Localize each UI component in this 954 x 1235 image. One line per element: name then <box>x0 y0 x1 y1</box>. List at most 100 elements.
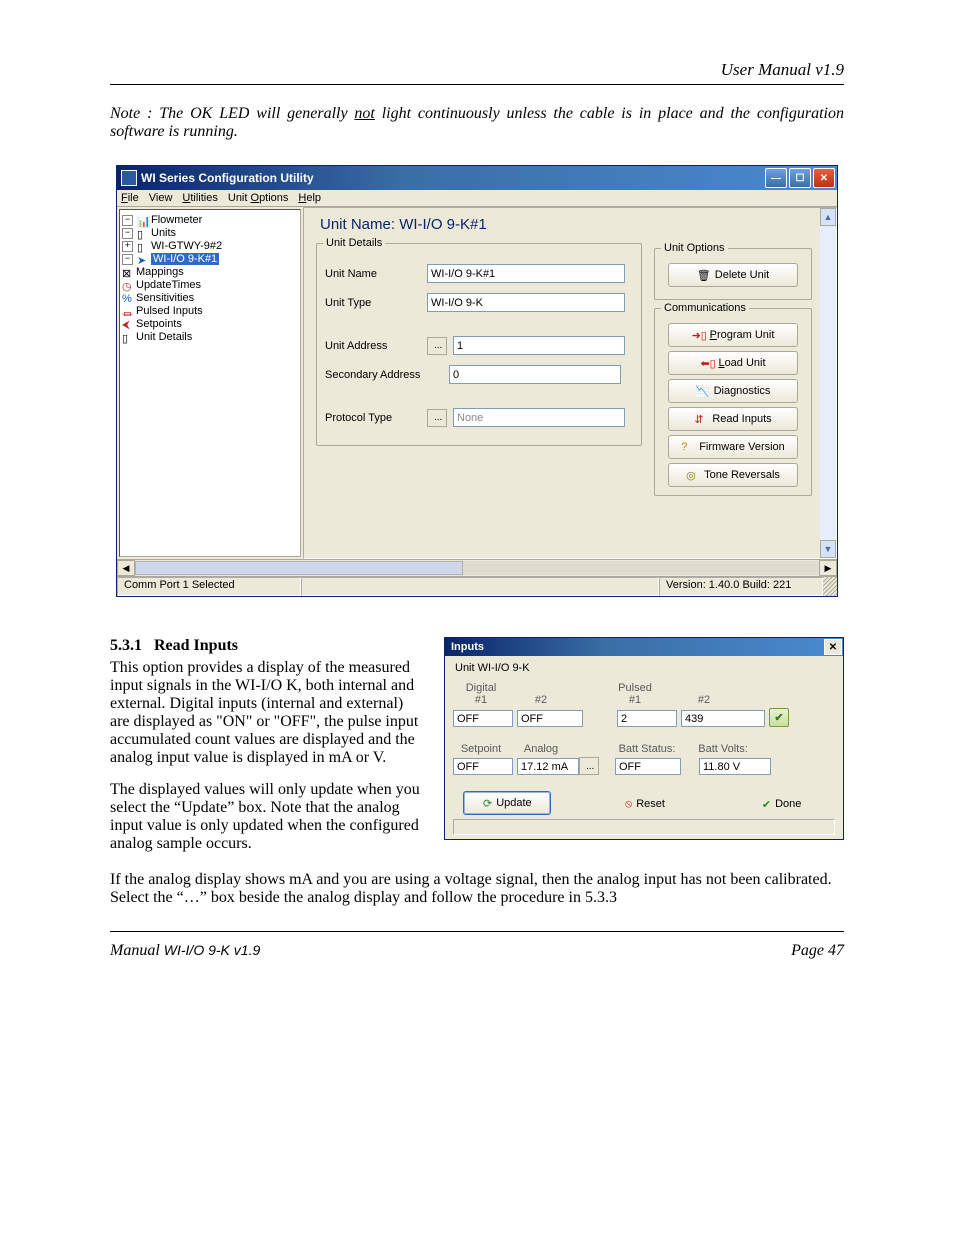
minimize-button[interactable]: — <box>765 168 787 188</box>
pulsed-2-field[interactable] <box>681 710 765 727</box>
vertical-scrollbar[interactable]: ▲ ▼ <box>820 208 836 558</box>
scroll-down-icon[interactable]: ▼ <box>820 540 836 558</box>
inputs-dialog: Inputs ✕ Unit WI-I/O 9-K Digital#1 #2 Pu… <box>444 637 844 840</box>
diagnostics-button[interactable]: 📉Diagnostics <box>668 379 798 403</box>
protocol-type-label: Protocol Type <box>325 412 421 424</box>
unit-type-field[interactable] <box>427 293 625 312</box>
analog-field[interactable] <box>517 758 579 775</box>
unit-name-label: Unit Name <box>325 268 421 280</box>
tree-updatetimes[interactable]: UpdateTimes <box>136 279 201 291</box>
reset-button[interactable]: ⦸Reset <box>602 793 688 815</box>
details-icon: ▯ <box>122 332 134 342</box>
resize-grip[interactable] <box>823 577 837 596</box>
footer-page: Page 47 <box>791 942 844 960</box>
config-utility-window: WI Series Configuration Utility — ☐ ✕ FF… <box>116 165 838 597</box>
check-icon: ✔ <box>762 798 771 811</box>
tree-selected-unit[interactable]: WI-I/O 9-K#1 <box>151 253 219 265</box>
close-button[interactable]: ✕ <box>813 168 835 188</box>
inputs-titlebar[interactable]: Inputs ✕ <box>445 638 843 656</box>
delete-unit-button[interactable]: 🗑Delete Unit <box>668 263 798 287</box>
maximize-button[interactable]: ☐ <box>789 168 811 188</box>
batt-volts-field[interactable] <box>699 758 771 775</box>
scroll-right-icon[interactable]: ▶ <box>819 560 837 576</box>
unit-details-legend: Unit Details <box>323 237 385 249</box>
setpoint-field[interactable] <box>453 758 513 775</box>
tree-root[interactable]: Flowmeter <box>151 214 202 226</box>
update-button[interactable]: ⟳Update <box>463 791 551 815</box>
note-text: Note : The OK LED will generally <box>110 105 354 122</box>
unit-address-field[interactable] <box>453 336 625 355</box>
titlebar[interactable]: WI Series Configuration Utility — ☐ ✕ <box>117 166 837 190</box>
pulsed-1-field[interactable] <box>617 710 677 727</box>
digital-1-field[interactable] <box>453 710 513 727</box>
menu-view[interactable]: View <box>149 192 173 204</box>
tree-pulsed[interactable]: Pulsed Inputs <box>136 305 203 317</box>
scroll-up-icon[interactable]: ▲ <box>820 208 836 226</box>
menu-file[interactable]: FFileile <box>121 192 139 204</box>
statusbar: Comm Port 1 Selected Version: 1.40.0 Bui… <box>117 576 837 596</box>
setpoint-icon: ⮜ <box>122 319 134 329</box>
section-p2: The displayed values will only update wh… <box>110 781 420 853</box>
protocol-browse-button[interactable]: ... <box>427 409 447 427</box>
unit-icon: ▯ <box>137 241 149 251</box>
unit-name-field[interactable] <box>427 264 625 283</box>
section-p3: If the analog display shows mA and you a… <box>110 871 844 907</box>
tree-mappings[interactable]: Mappings <box>136 266 184 278</box>
tree-sensitivities[interactable]: Sensitivities <box>136 292 194 304</box>
digital-label: Digital <box>453 682 509 694</box>
scroll-thumb[interactable] <box>135 561 463 575</box>
page-header: User Manual v1.9 <box>110 60 844 80</box>
units-icon: ▯ <box>137 228 149 238</box>
tone-reversals-button[interactable]: ◎Tone Reversals <box>668 463 798 487</box>
load-unit-button[interactable]: ⬅▯Load Unit <box>668 351 798 375</box>
horizontal-scrollbar[interactable]: ◀ ▶ <box>117 559 837 576</box>
unit-address-browse-button[interactable]: ... <box>427 337 447 355</box>
menubar: FFileile View Utilities Unit Options Hel… <box>117 190 837 207</box>
unit-address-label: Unit Address <box>325 340 421 352</box>
tree-unitdetails[interactable]: Unit Details <box>136 331 192 343</box>
digital-2-field[interactable] <box>517 710 583 727</box>
batt-volts-label: Batt Volts: <box>687 743 759 755</box>
diagnostics-icon: 📉 <box>696 385 710 397</box>
arrow-icon: ➤ <box>137 254 149 264</box>
menu-unit-options[interactable]: Unit Options <box>228 192 289 204</box>
collapse-icon[interactable]: − <box>122 228 133 239</box>
inputs-title: Inputs <box>451 641 824 653</box>
trash-icon: 🗑 <box>697 269 711 281</box>
tree-view[interactable]: −📊Flowmeter −▯Units +▯WI-GTWY-9#2 −➤WI-I… <box>119 209 301 557</box>
inputs-close-button[interactable]: ✕ <box>824 639 842 655</box>
status-comm-port: Comm Port 1 Selected <box>117 577 301 596</box>
secondary-address-field[interactable] <box>449 365 621 384</box>
tree-units[interactable]: Units <box>151 227 176 239</box>
confirm-check-button[interactable]: ✔ <box>769 708 789 727</box>
scroll-left-icon[interactable]: ◀ <box>117 560 135 576</box>
question-icon: ? <box>681 441 695 453</box>
communications-group: Communications ➜▯Program Unit ⬅▯Load Uni… <box>654 308 812 496</box>
tone-icon: ◎ <box>686 469 700 481</box>
collapse-icon[interactable]: − <box>122 215 133 226</box>
batt-status-field[interactable] <box>615 758 681 775</box>
analog-browse-button[interactable]: ... <box>579 757 599 775</box>
pulsed-col1: #1 <box>607 694 663 706</box>
expand-icon[interactable]: + <box>122 241 133 252</box>
menu-help[interactable]: Help <box>298 192 321 204</box>
batt-status-label: Batt Status: <box>607 743 687 755</box>
done-button[interactable]: ✔Done <box>739 793 825 815</box>
setpoint-label: Setpoint <box>453 743 509 755</box>
unit-details-group: Unit Details Unit Name Unit Type Unit Ad… <box>316 243 642 446</box>
tree-setpoints[interactable]: Setpoints <box>136 318 182 330</box>
menu-utilities[interactable]: Utilities <box>182 192 217 204</box>
window-title: WI Series Configuration Utility <box>141 171 765 185</box>
firmware-version-button[interactable]: ?Firmware Version <box>668 435 798 459</box>
communications-legend: Communications <box>661 302 749 314</box>
project-icon: 📊 <box>137 215 149 225</box>
program-unit-button[interactable]: ➜▯Program Unit <box>668 323 798 347</box>
percent-icon: % <box>122 293 134 303</box>
footer-manual: Manual <box>110 942 164 959</box>
note-paragraph: Note : The OK LED will generally not lig… <box>110 105 844 141</box>
tree-gtwy[interactable]: WI-GTWY-9#2 <box>151 240 222 252</box>
pulse-icon: ⏛ <box>122 306 134 316</box>
collapse-icon[interactable]: − <box>122 254 133 265</box>
read-inputs-button[interactable]: ⇵Read Inputs <box>668 407 798 431</box>
section-number: 5.3.1 <box>110 637 142 654</box>
